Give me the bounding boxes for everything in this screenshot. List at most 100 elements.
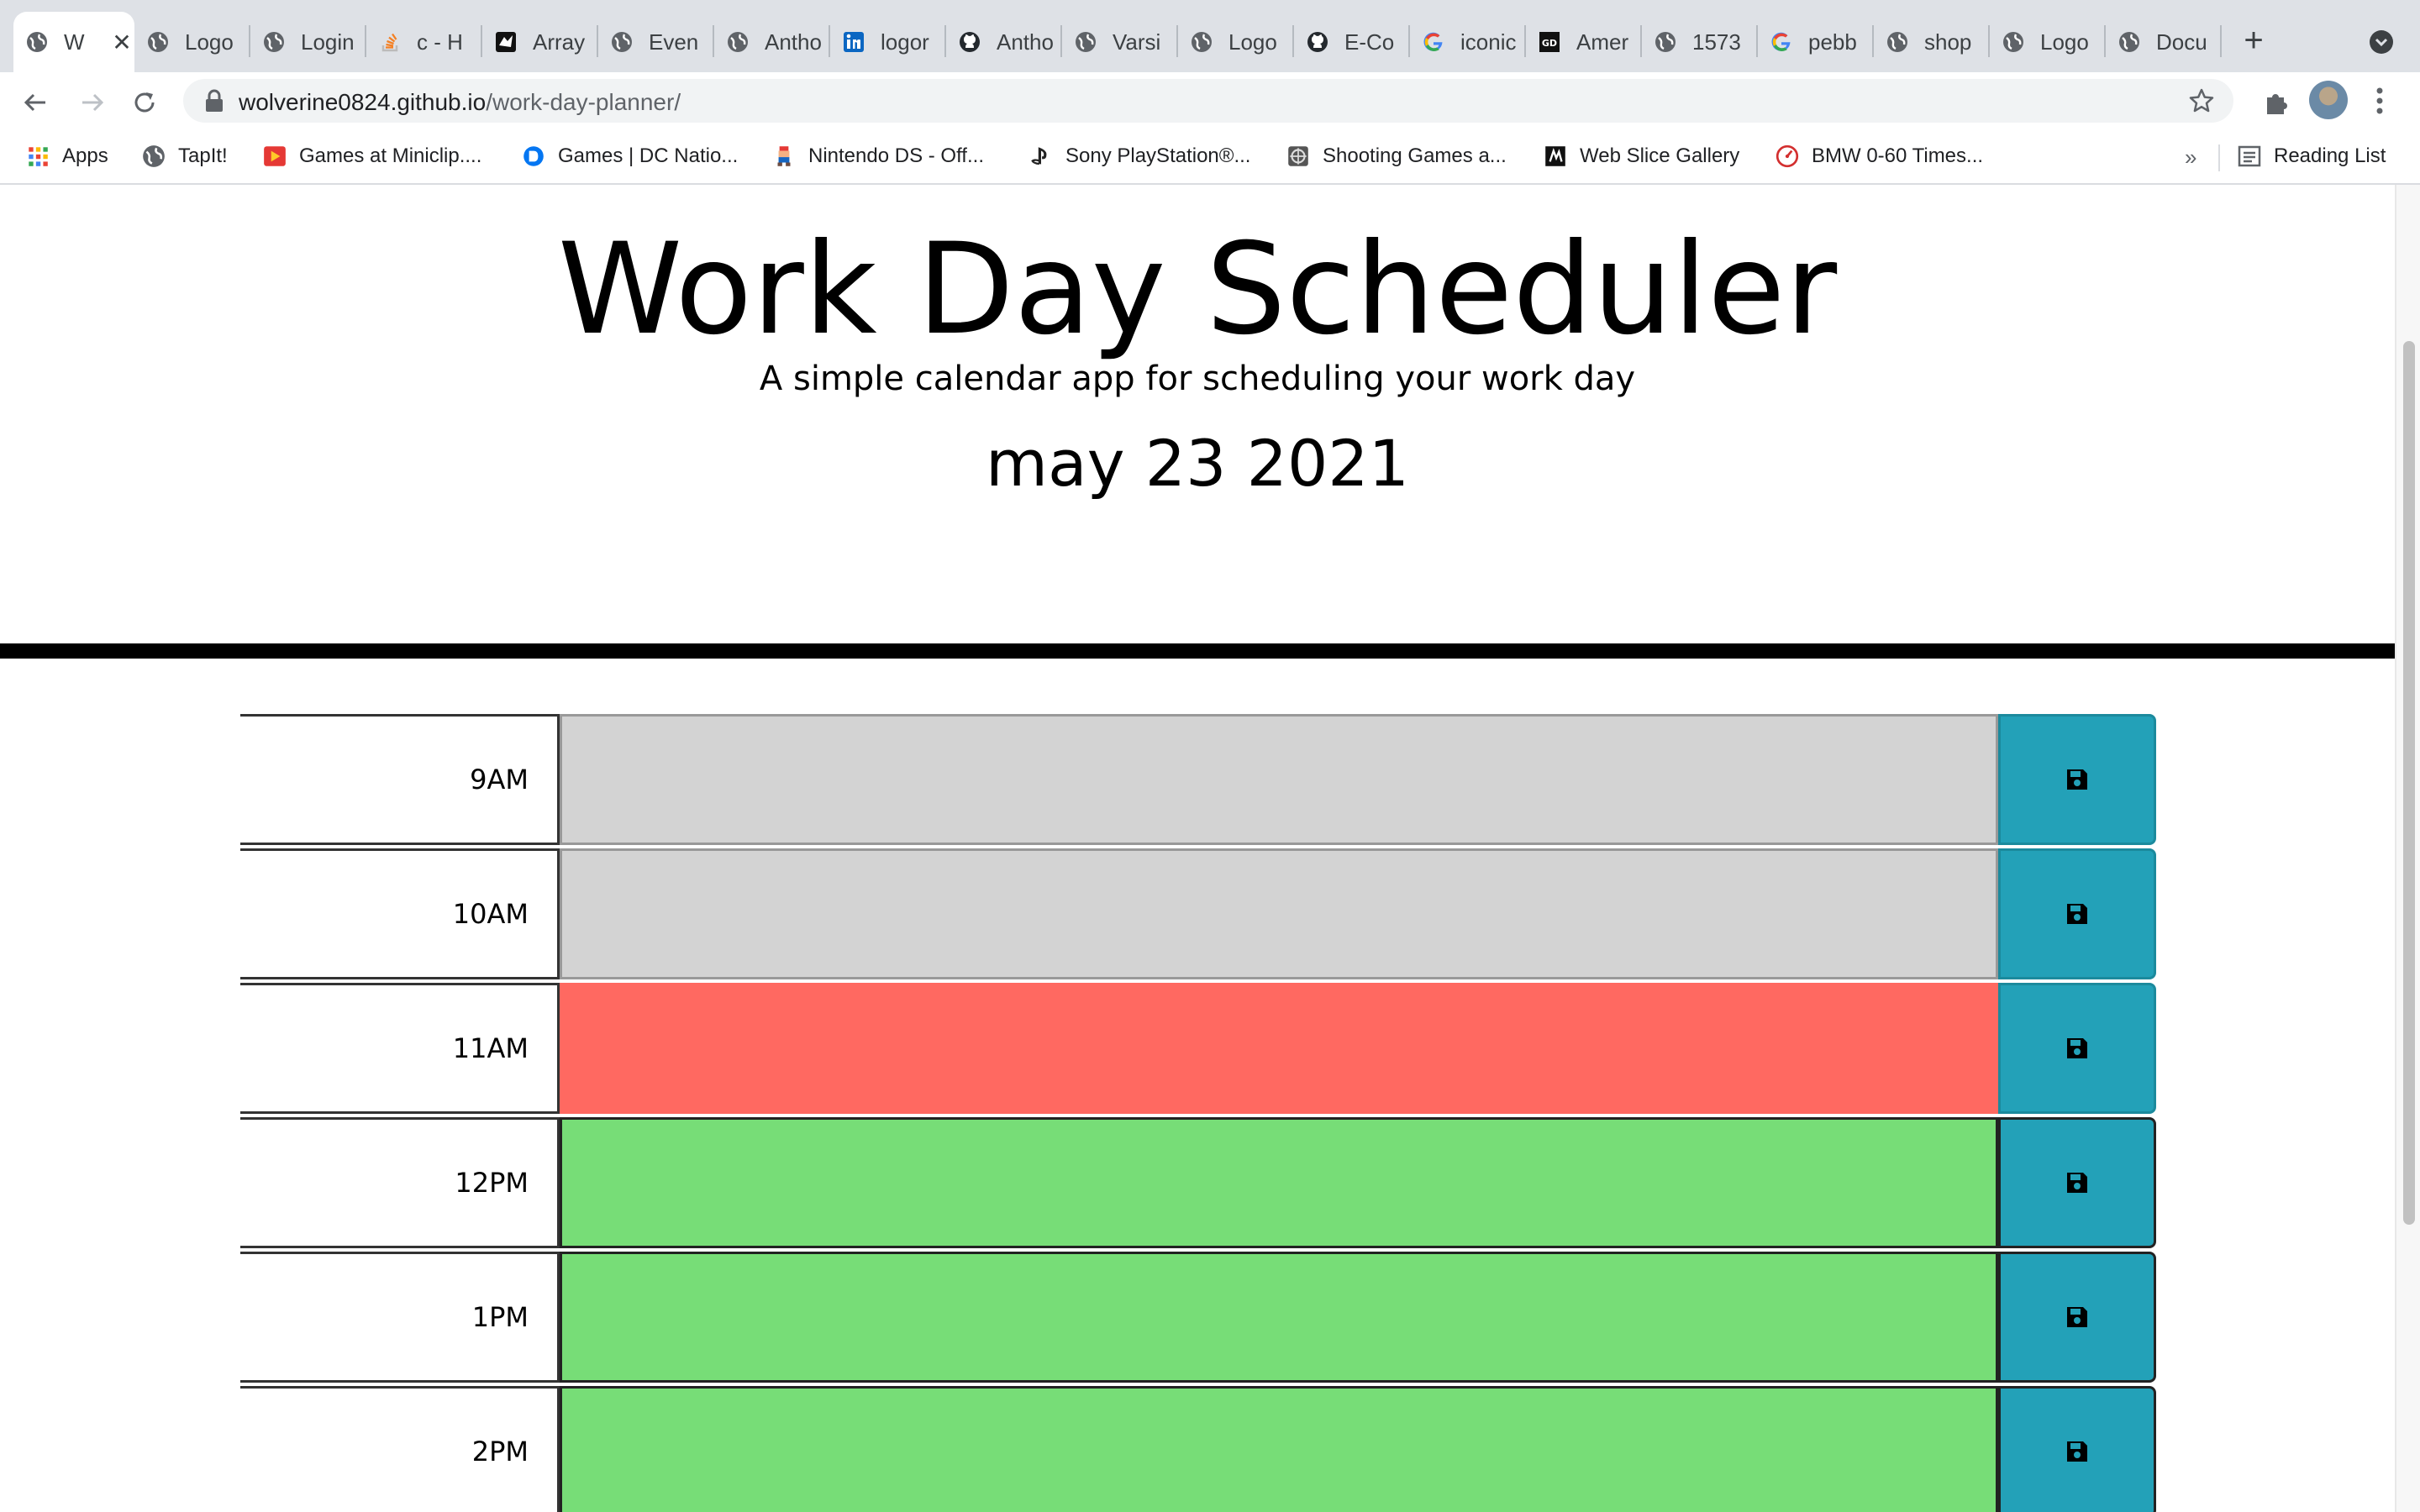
browser-tab[interactable]: Antho bbox=[714, 12, 830, 72]
google-icon bbox=[1423, 32, 1443, 51]
tab-title: Logo bbox=[185, 29, 234, 55]
bookmark-item[interactable]: Games | DC Natio... bbox=[521, 141, 738, 171]
browser-tab[interactable]: 1573 bbox=[1642, 12, 1758, 72]
tab-title: E-Co bbox=[1344, 29, 1395, 55]
bookmark-item[interactable]: Games at Miniclip.... bbox=[262, 141, 481, 171]
gd-icon: GD bbox=[1539, 32, 1560, 52]
browser-tab[interactable]: Array bbox=[482, 12, 598, 72]
time-block-row: 9AM bbox=[240, 714, 2156, 848]
tab-favicon bbox=[2118, 30, 2141, 54]
time-block-row: 1PM bbox=[240, 1252, 2156, 1386]
tab-title: c - H bbox=[417, 29, 463, 55]
browser-tab[interactable]: logor bbox=[830, 12, 946, 72]
floppy-disk-icon bbox=[2067, 1441, 2087, 1462]
bookmark-star-icon[interactable] bbox=[2188, 87, 2215, 114]
tab-title: Antho bbox=[997, 29, 1054, 55]
hour-label: 10AM bbox=[240, 848, 560, 979]
save-button[interactable] bbox=[1998, 1386, 2156, 1512]
browser-tab[interactable]: Logo bbox=[1178, 12, 1294, 72]
time-block-row: 12PM bbox=[240, 1117, 2156, 1252]
reading-list-icon bbox=[2238, 145, 2261, 167]
bookmark-item[interactable]: Nintendo DS - Off... bbox=[771, 141, 984, 171]
globe-icon bbox=[2003, 32, 2023, 52]
browser-tab[interactable]: pebb bbox=[1758, 12, 1874, 72]
hour-label: 9AM bbox=[240, 714, 560, 845]
bookmark-label: Web Slice Gallery bbox=[1580, 144, 1740, 167]
save-button[interactable] bbox=[1998, 1252, 2156, 1383]
scrollbar-thumb[interactable] bbox=[2403, 341, 2415, 1225]
browser-tab[interactable]: E-Co bbox=[1294, 12, 1410, 72]
tab-title: Even bbox=[649, 29, 699, 55]
globe-icon bbox=[1887, 32, 1907, 52]
browser-tab[interactable]: Varsi bbox=[1062, 12, 1178, 72]
browser-tab[interactable]: Logo bbox=[1990, 12, 2106, 72]
bookmark-favicon bbox=[771, 144, 797, 169]
browser-tab[interactable]: GD Amer bbox=[1526, 12, 1642, 72]
bookmark-favicon bbox=[1286, 144, 1311, 169]
browser-tab[interactable]: shop bbox=[1874, 12, 1990, 72]
linkedin-icon bbox=[844, 32, 864, 52]
bookmarks-overflow-button[interactable]: » bbox=[2185, 144, 2196, 171]
new-tab-button[interactable]: + bbox=[2235, 22, 2272, 59]
event-description-input[interactable] bbox=[560, 848, 1998, 979]
tab-favicon bbox=[842, 30, 865, 54]
browser-tab[interactable]: Logo bbox=[134, 12, 250, 72]
globe-icon bbox=[2119, 32, 2139, 52]
bookmark-item[interactable]: Sony PlayStation®... bbox=[1028, 141, 1250, 171]
github-icon bbox=[960, 32, 980, 52]
stackoverflow-icon bbox=[381, 33, 398, 52]
page-scrollbar[interactable] bbox=[2395, 185, 2420, 1512]
bookmarks-divider bbox=[2218, 144, 2220, 171]
save-button[interactable] bbox=[1998, 1117, 2156, 1248]
save-button[interactable] bbox=[1998, 848, 2156, 979]
reload-button[interactable] bbox=[128, 86, 161, 119]
extensions-puzzle-icon[interactable] bbox=[2260, 86, 2292, 118]
browser-tab[interactable]: W ✕ bbox=[13, 12, 134, 72]
bookmark-item[interactable]: Apps bbox=[25, 141, 108, 171]
tab-favicon bbox=[1190, 30, 1213, 54]
browser-tab[interactable]: Even bbox=[598, 12, 714, 72]
globe-icon bbox=[143, 145, 165, 167]
bookmark-item[interactable]: Shooting Games a... bbox=[1286, 141, 1507, 171]
kebab-menu-icon[interactable] bbox=[2371, 84, 2388, 118]
browser-tab[interactable]: Docu bbox=[2106, 12, 2222, 72]
event-description-input[interactable] bbox=[560, 714, 1998, 845]
bookmark-item[interactable]: TapIt! bbox=[141, 141, 228, 171]
reading-list-button[interactable]: Reading List bbox=[2237, 141, 2386, 171]
github-icon bbox=[1307, 32, 1328, 52]
playstation-icon bbox=[1031, 147, 1047, 165]
miniclip-icon bbox=[264, 146, 286, 166]
bookmark-item[interactable]: Web Slice Gallery bbox=[1543, 141, 1739, 171]
event-description-input[interactable] bbox=[560, 983, 1998, 1114]
hour-label: 11AM bbox=[240, 983, 560, 1114]
bookmark-favicon bbox=[25, 144, 50, 169]
profile-avatar[interactable] bbox=[2309, 81, 2348, 119]
tab-favicon bbox=[2002, 30, 2025, 54]
save-button[interactable] bbox=[1998, 983, 2156, 1114]
tab-title: W bbox=[64, 29, 85, 55]
tab-search-button[interactable] bbox=[2368, 29, 2395, 55]
close-tab-icon[interactable]: ✕ bbox=[109, 29, 134, 56]
time-block-row: 11AM bbox=[240, 983, 2156, 1117]
tab-favicon bbox=[262, 30, 286, 54]
event-description-input[interactable] bbox=[560, 1386, 1998, 1512]
save-button[interactable] bbox=[1998, 714, 2156, 845]
globe-icon bbox=[264, 32, 284, 52]
forward-button[interactable] bbox=[76, 86, 109, 119]
bookmark-label: Games | DC Natio... bbox=[558, 144, 739, 167]
bookmark-item[interactable]: BMW 0-60 Times... bbox=[1775, 141, 1983, 171]
browser-tab[interactable]: Antho bbox=[946, 12, 1062, 72]
tab-favicon bbox=[1654, 30, 1677, 54]
time-block-list: 9AM 10AM 11AM 12PM 1PM 2PM bbox=[240, 714, 2156, 1512]
browser-toolbar: wolverine0824.github.io/work-day-planner… bbox=[0, 72, 2420, 129]
address-bar[interactable]: wolverine0824.github.io/work-day-planner… bbox=[183, 79, 2233, 123]
back-button[interactable] bbox=[18, 86, 52, 119]
tab-title: Array bbox=[533, 29, 586, 55]
browser-tab[interactable]: Login bbox=[250, 12, 366, 72]
browser-tab[interactable]: c - H bbox=[366, 12, 482, 72]
page-title: Work Day Scheduler bbox=[557, 217, 1838, 363]
event-description-input[interactable] bbox=[560, 1252, 1998, 1383]
event-description-input[interactable] bbox=[560, 1117, 1998, 1248]
browser-tab[interactable]: iconic bbox=[1410, 12, 1526, 72]
floppy-disk-icon bbox=[2067, 769, 2087, 790]
